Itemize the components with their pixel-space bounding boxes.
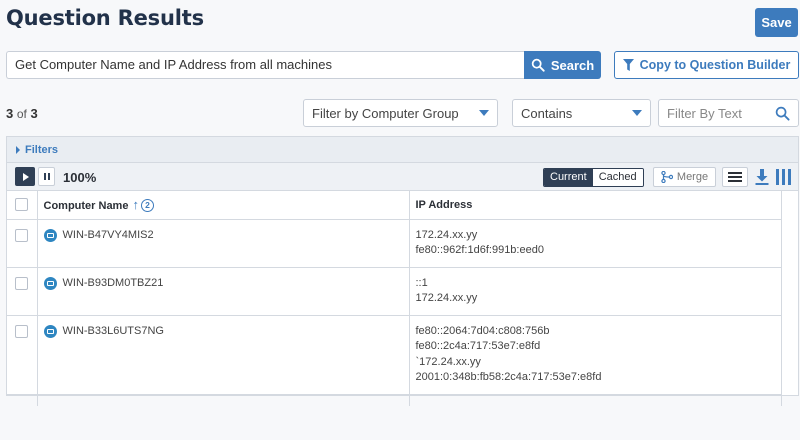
table-row[interactable]: WIN-B33L6UTS7NG fe80::2064:7d04:c808:756… [7,315,782,395]
cached-toggle[interactable]: Cached [592,169,643,186]
text-filter-placeholder: Filter By Text [667,105,742,121]
filters-label: Filters [25,143,59,156]
column-header-label: Computer Name [43,200,129,213]
results-shown: 3 [6,106,14,121]
menu-icon [728,172,742,174]
current-toggle[interactable]: Current [544,169,593,186]
computer-icon [43,228,57,242]
menu-button[interactable] [722,167,748,187]
ip-address: fe80::2c4a:717:53e7:e8fd [415,340,541,352]
table-row[interactable]: WIN-B93DM0TBZ21 ::1 172.24.xx.yy [7,267,782,316]
results-table: Computer Name ↑ 2 IP Address WIN-B47VY4MIS… [7,191,782,406]
table-row[interactable]: WIN-B47VY4MIS2 172.24.xx.yy fe80::962f:1… [7,219,782,268]
select-all-header [7,191,38,220]
chevron-right-icon [16,145,20,154]
column-header-computer-name[interactable]: Computer Name ↑ 2 [37,191,410,220]
ip-address: 172.24.xx.yy [415,228,478,241]
results-panel: Filters 100% Current Cached Merge Comput… [6,136,799,406]
row-checkbox[interactable] [15,324,29,338]
computer-group-filter-label: Filter by Computer Group [312,105,459,121]
funnel-icon [622,58,634,71]
result-count: 3 of 3 [6,106,38,121]
computer-icon [43,276,57,290]
pause-button[interactable] [38,167,55,186]
pause-icon [43,173,46,180]
copy-to-question-builder-button[interactable]: Copy to Question Builder [614,51,799,79]
download-icon[interactable] [755,169,769,185]
match-mode-label: Contains [521,105,573,121]
ip-address: 172.24.xx.yy [415,292,478,304]
play-icon [23,172,29,181]
question-input[interactable]: Get Computer Name and IP Address from al… [6,51,524,79]
computer-icon [43,324,57,338]
search-button[interactable]: Search [524,51,601,79]
chevron-down-icon [479,110,489,116]
table-filler-row [7,394,782,406]
ip-address: 2001:0:348b:fb58:2c4a:717:53e7:e8fd [415,371,602,383]
row-checkbox[interactable] [15,276,29,290]
results-of-label: of [16,107,27,121]
ip-address: fe80::962f:1d6f:991b:eed0 [415,244,544,256]
computer-name: WIN-B93DM0TBZ21 [62,276,164,289]
results-toolbar: 100% Current Cached Merge [7,163,798,191]
ip-address: ::1 [415,276,428,289]
columns-icon[interactable] [776,169,792,185]
column-header-ip-address[interactable]: IP Address [409,191,782,220]
merge-label: Merge [676,171,709,183]
results-total: 3 [30,106,38,121]
search-icon[interactable] [775,106,790,121]
text-filter-input[interactable]: Filter By Text [658,99,799,127]
computer-name: WIN-B47VY4MIS2 [62,228,154,241]
computer-name: WIN-B33L6UTS7NG [62,324,164,337]
search-icon [531,58,545,72]
select-all-checkbox[interactable] [15,198,29,212]
page-title: Question Results [6,6,204,30]
merge-button[interactable]: Merge [653,167,716,187]
progress-percent: 100% [63,170,97,185]
ip-address: `172.24.xx.yy [415,355,481,368]
sort-order-badge: 2 [140,199,154,213]
data-source-toggle: Current Cached [543,168,644,187]
match-mode-select[interactable]: Contains [512,99,651,127]
filters-toggle[interactable]: Filters [7,137,798,163]
copy-button-label: Copy to Question Builder [639,58,791,72]
column-header-label: IP Address [415,198,473,211]
sort-ascending-icon[interactable]: ↑ [132,197,139,212]
table-header-row: Computer Name ↑ 2 IP Address [7,191,782,220]
row-checkbox[interactable] [15,228,29,242]
merge-icon [661,171,673,183]
ip-address: fe80::2064:7d04:c808:756b [415,324,550,337]
save-button[interactable]: Save [755,8,798,37]
play-button[interactable] [15,167,35,186]
chevron-down-icon [632,110,642,116]
computer-group-filter[interactable]: Filter by Computer Group [303,99,498,127]
search-button-label: Search [550,57,595,73]
